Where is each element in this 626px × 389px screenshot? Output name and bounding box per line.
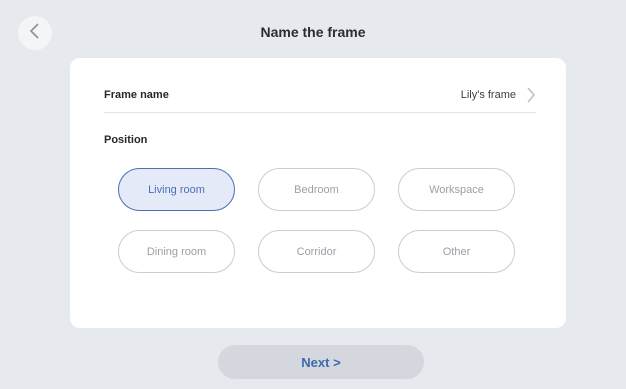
position-option-other[interactable]: Other (398, 230, 515, 273)
position-option-corridor[interactable]: Corridor (258, 230, 375, 273)
position-option-bedroom[interactable]: Bedroom (258, 168, 375, 211)
page-title: Name the frame (260, 24, 366, 40)
position-option-living-room[interactable]: Living room (118, 168, 235, 211)
position-label: Position (104, 134, 148, 146)
frame-name-value: Lily's frame (460, 89, 516, 101)
frame-name-value-wrap: Lily's frame (461, 87, 536, 103)
chevron-right-icon (526, 87, 536, 103)
next-button[interactable]: Next > (218, 345, 424, 379)
frame-name-row[interactable]: Frame name Lily's frame (104, 78, 536, 113)
frame-name-label: Frame name (104, 89, 169, 101)
settings-card: Frame name Lily's frame Position Living … (70, 58, 566, 328)
position-option-dining-room[interactable]: Dining room (118, 230, 235, 273)
position-option-workspace[interactable]: Workspace (398, 168, 515, 211)
